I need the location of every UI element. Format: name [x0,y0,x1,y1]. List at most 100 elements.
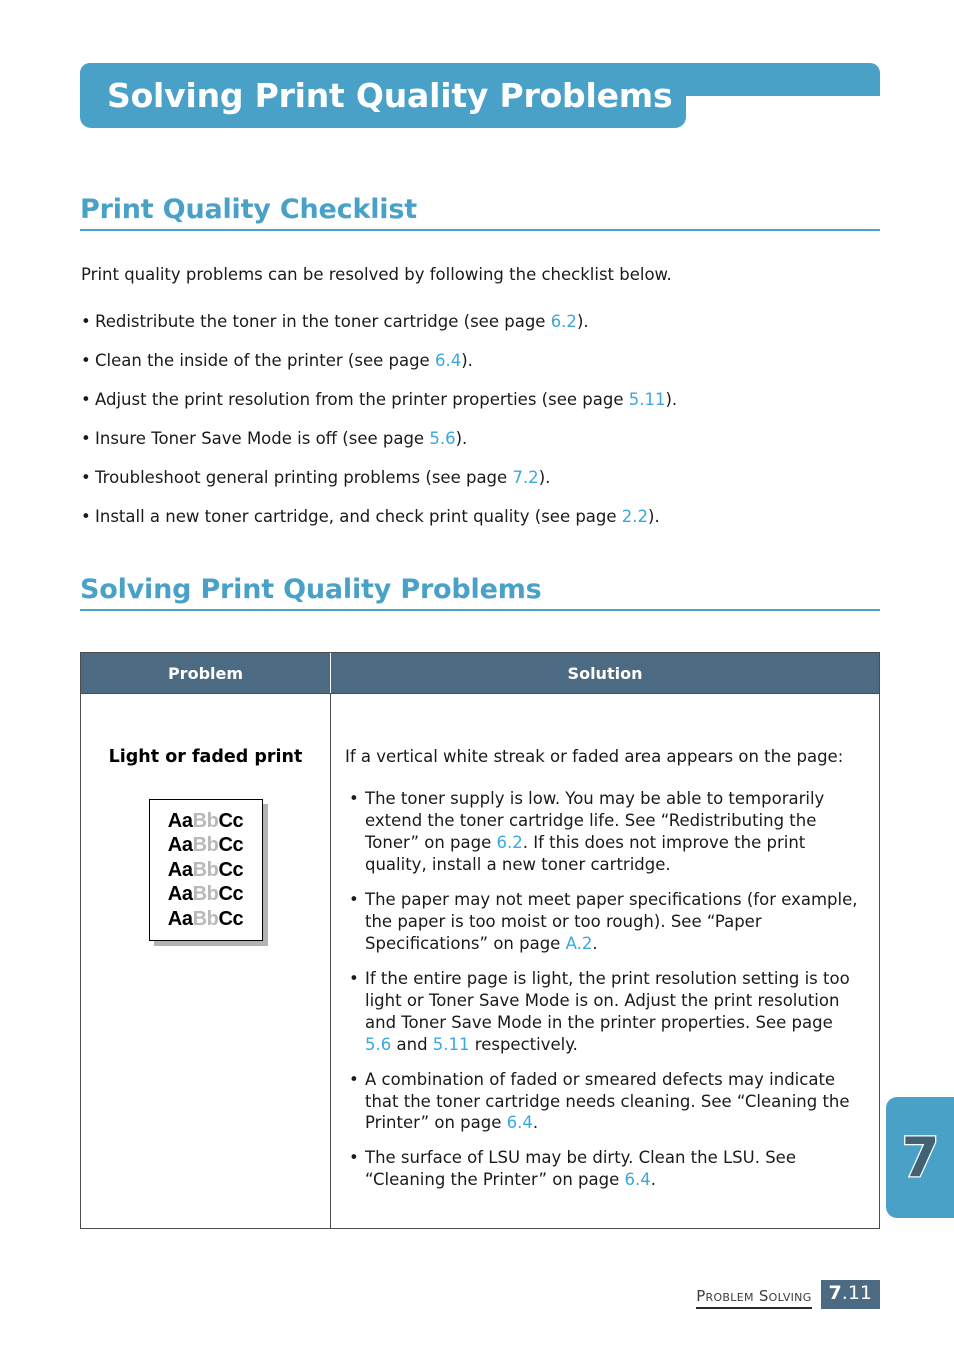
bullet-glyph: • [81,467,91,487]
section-heading-rule [80,229,880,232]
list-item: • Redistribute the toner in the toner car… [81,311,891,332]
footer-page-minor: .11 [841,1282,872,1304]
page-footer: Problem Solving 7.11 [696,1280,880,1309]
page-reference[interactable]: 5.6 [429,429,455,448]
bullet-glyph: • [349,789,359,809]
bullet-glyph: • [349,1148,359,1168]
chapter-banner: Solving Print Quality Problems [80,63,880,129]
sample-text-line: AaBbCc [167,907,244,932]
sample-black-left: Aa [167,907,193,930]
page-reference[interactable]: 6.4 [625,1170,651,1189]
sample-faded-middle: Bb [192,907,219,930]
column-header-problem: Problem [81,653,331,693]
list-item: • Troubleshoot general printing problems … [81,467,891,488]
bullet-glyph: • [81,350,91,370]
sample-text-line: AaBbCc [167,809,244,834]
banner-main-block: Solving Print Quality Problems [80,63,686,128]
footer-chapter-label: Problem Solving [696,1287,812,1309]
list-item-text-post: ). [455,428,468,448]
section-heading-checklist-text: Print Quality Checklist [80,194,417,225]
list-item: • The paper may not meet paper specificat… [345,889,861,955]
list-item: • Install a new toner cartridge, and chec… [81,506,891,527]
page-reference[interactable]: 6.2 [497,833,523,852]
problem-solution-table: Problem Solution Light or faded print Aa… [80,652,880,1230]
list-item-text-post: ). [538,467,551,487]
sample-black-right: Cc [218,834,244,857]
chapter-title: Solving Print Quality Problems [107,76,673,115]
solution-text-part2: . [532,1113,539,1133]
solution-text-part2: . [650,1170,656,1190]
list-item: • Adjust the print resolution from the pr… [81,389,891,410]
footer-page-major: 7 [828,1282,842,1304]
sample-text-line: AaBbCc [167,833,244,858]
sample-faded-middle: Bb [192,858,219,881]
bullet-glyph: • [349,890,359,910]
solution-text-part2: and [391,1034,433,1054]
page-reference[interactable]: A.2 [566,934,593,953]
sample-faded-middle: Bb [192,883,219,906]
bullet-glyph: • [81,506,91,526]
list-item-text-pre: Adjust the print resolution from the pri… [95,389,629,409]
list-item: • If the entire page is light, the print … [345,968,861,1056]
sample-faded-middle: Bb [192,809,219,832]
sample-black-right: Cc [218,883,244,906]
solution-lead-text: If a vertical white streak or faded area… [345,747,844,766]
list-item-text-post: ). [576,312,589,331]
page-reference[interactable]: 5.6 [365,1035,391,1054]
bullet-glyph: • [349,968,359,988]
page-reference[interactable]: 5.11 [629,390,666,409]
section-heading-solving: Solving Print Quality Problems [80,574,880,612]
chapter-side-tab: 7 [886,1097,954,1218]
table-row: Light or faded print AaBbCc AaBbCc AaBbC… [81,693,879,1229]
bullet-glyph: • [349,1069,359,1089]
list-item-text-pre: Troubleshoot general printing problems (… [95,467,513,487]
solution-text-part1: The surface of LSU may be dirty. Clean t… [365,1148,796,1190]
chapter-number: 7 [900,1125,940,1189]
sample-faded-middle: Bb [192,834,219,857]
list-item: • The surface of LSU may be dirty. Clean … [345,1147,861,1191]
checklist-list: • Redistribute the toner in the toner car… [81,311,891,545]
bullet-glyph: • [81,312,91,331]
sample-black-right: Cc [218,809,244,832]
cell-solution: If a vertical white streak or faded area… [331,694,879,1228]
page-reference[interactable]: 6.4 [507,1113,533,1132]
sample-page-box: AaBbCc AaBbCc AaBbCc AaBbCc AaBbCc [148,799,263,941]
page-reference[interactable]: 2.2 [622,507,648,526]
solution-text-part3: respectively. [469,1034,578,1054]
page-reference[interactable]: 6.4 [435,351,461,370]
list-item-text-pre: Install a new toner cartridge, and check… [95,506,622,526]
sample-black-left: Aa [167,809,193,832]
sample-text-line: AaBbCc [167,882,244,907]
section-heading-checklist: Print Quality Checklist [80,194,880,232]
sample-text-line: AaBbCc [167,858,244,883]
checklist-intro-paragraph: Print quality problems can be resolved b… [81,265,672,284]
list-item-text-pre: Clean the inside of the printer (see pag… [95,350,435,370]
section-heading-solving-text: Solving Print Quality Problems [80,574,542,605]
list-item: • A combination of faded or smeared defec… [345,1069,861,1135]
list-item-text-post: ). [648,506,660,526]
bullet-glyph: • [81,428,91,448]
list-item-text-post: ). [665,389,678,409]
solution-text-part1: A combination of faded or smeared defect… [365,1069,850,1133]
solution-list: • The toner supply is low. You may be abl… [345,788,861,1191]
table-header-row: Problem Solution [81,653,879,693]
sample-black-left: Aa [167,858,193,881]
section-heading-rule [80,609,880,612]
cell-problem: Light or faded print AaBbCc AaBbCc AaBbC… [81,694,331,1229]
sample-black-left: Aa [167,883,193,906]
bullet-glyph: • [81,389,91,409]
column-header-solution: Solution [567,663,643,683]
solution-text-part2: . [592,933,598,953]
sample-black-right: Cc [218,858,244,881]
page-reference[interactable]: 7.2 [512,468,538,487]
page-reference-secondary[interactable]: 5.11 [433,1035,470,1054]
problem-label: Light or faded print [108,747,303,767]
list-item-text-pre: Insure Toner Save Mode is off (see page [95,428,430,448]
list-item: • Clean the inside of the printer (see pa… [81,350,891,371]
list-item-text-post: ). [461,350,473,370]
solution-text-part1: If the entire page is light, the print r… [365,968,850,1032]
list-item: • The toner supply is low. You may be abl… [345,788,861,876]
page-reference[interactable]: 6.2 [551,312,577,331]
sample-black-left: Aa [167,834,193,857]
sample-black-right: Cc [218,907,244,930]
